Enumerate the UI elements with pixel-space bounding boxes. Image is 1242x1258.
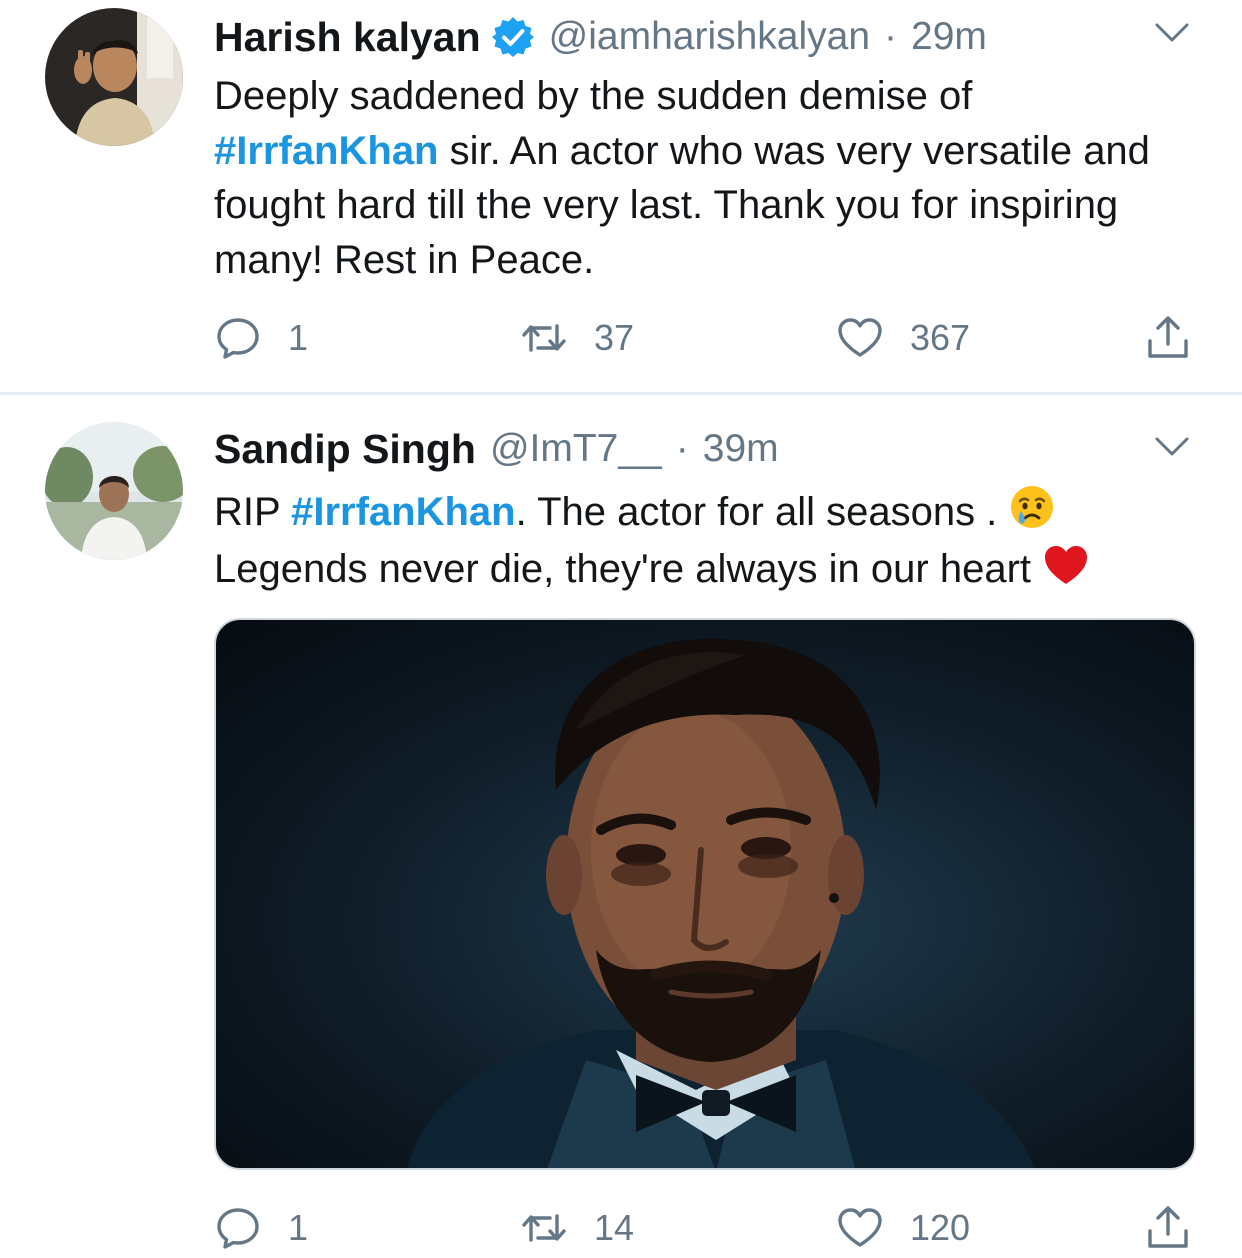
retweet-button[interactable]: 37 — [520, 308, 634, 368]
like-button[interactable]: 120 — [836, 1198, 970, 1258]
reply-count: 1 — [288, 317, 309, 358]
tweet[interactable]: Harish kalyan @iamharishkalyan · 29m Dee… — [0, 0, 1242, 394]
share-icon — [1148, 316, 1188, 358]
verified-badge-icon — [491, 15, 535, 59]
display-name[interactable]: Harish kalyan — [214, 14, 481, 61]
avatar[interactable] — [45, 8, 183, 146]
hashtag-link[interactable]: #IrrfanKhan — [291, 490, 516, 534]
like-icon — [838, 1208, 882, 1247]
reply-icon — [217, 1208, 259, 1249]
user-handle[interactable]: @iamharishkalyan — [549, 15, 870, 59]
tweet-divider — [0, 392, 1242, 395]
reply-button[interactable]: 1 — [214, 308, 308, 368]
chevron-down-icon[interactable] — [1154, 22, 1190, 44]
retweet-icon — [522, 324, 566, 352]
like-icon — [838, 318, 882, 357]
tweet-header: Harish kalyan @iamharishkalyan · 29m — [214, 12, 987, 62]
separator-dot: · — [675, 427, 689, 470]
tweet-text-part: RIP — [214, 490, 292, 534]
tweet[interactable]: Sandip Singh @ImT7__ · 39m RIP #IrrfanKh… — [0, 396, 1242, 1251]
crying-face-icon — [1011, 486, 1054, 528]
separator-dot: · — [884, 15, 898, 58]
portrait-photo — [407, 638, 1035, 1168]
reply-button[interactable]: 1 — [214, 1198, 308, 1258]
reply-icon — [217, 318, 259, 359]
timestamp[interactable]: 39m — [703, 427, 779, 471]
tweet-text-part: . The actor for all seasons . — [515, 490, 998, 534]
share-button[interactable] — [1144, 308, 1192, 368]
hashtag-link[interactable]: #IrrfanKhan — [214, 129, 439, 173]
retweet-count: 14 — [594, 1207, 635, 1248]
like-count: 120 — [910, 1207, 971, 1248]
tweet-actions: 1 14 120 — [214, 1198, 1204, 1258]
retweet-count: 37 — [594, 317, 635, 358]
like-count: 367 — [910, 317, 971, 358]
display-name[interactable]: Sandip Singh — [214, 426, 476, 473]
chevron-down-icon[interactable] — [1154, 436, 1190, 458]
tweet-text: Deeply saddened by the sudden demise of … — [214, 69, 1204, 287]
retweet-icon — [522, 1214, 566, 1242]
tweet-media-image[interactable] — [214, 618, 1196, 1170]
avatar[interactable] — [45, 422, 183, 560]
like-button[interactable]: 367 — [836, 308, 970, 368]
reply-count: 1 — [288, 1207, 309, 1248]
tweet-text-part: Deeply saddened by the sudden demise of — [214, 74, 973, 118]
tweet-text-part: Legends never die, they're always in our… — [214, 546, 1032, 591]
tweet-actions: 1 37 367 — [214, 308, 1204, 368]
red-heart-icon — [1045, 545, 1088, 584]
tweet-header: Sandip Singh @ImT7__ · 39m — [214, 424, 779, 474]
user-handle[interactable]: @ImT7__ — [490, 427, 662, 471]
retweet-button[interactable]: 14 — [520, 1198, 634, 1258]
timestamp[interactable]: 29m — [911, 15, 987, 59]
share-icon — [1148, 1206, 1188, 1248]
tweet-text: RIP #IrrfanKhan. The actor for all seaso… — [214, 483, 1204, 596]
share-button[interactable] — [1144, 1198, 1192, 1258]
